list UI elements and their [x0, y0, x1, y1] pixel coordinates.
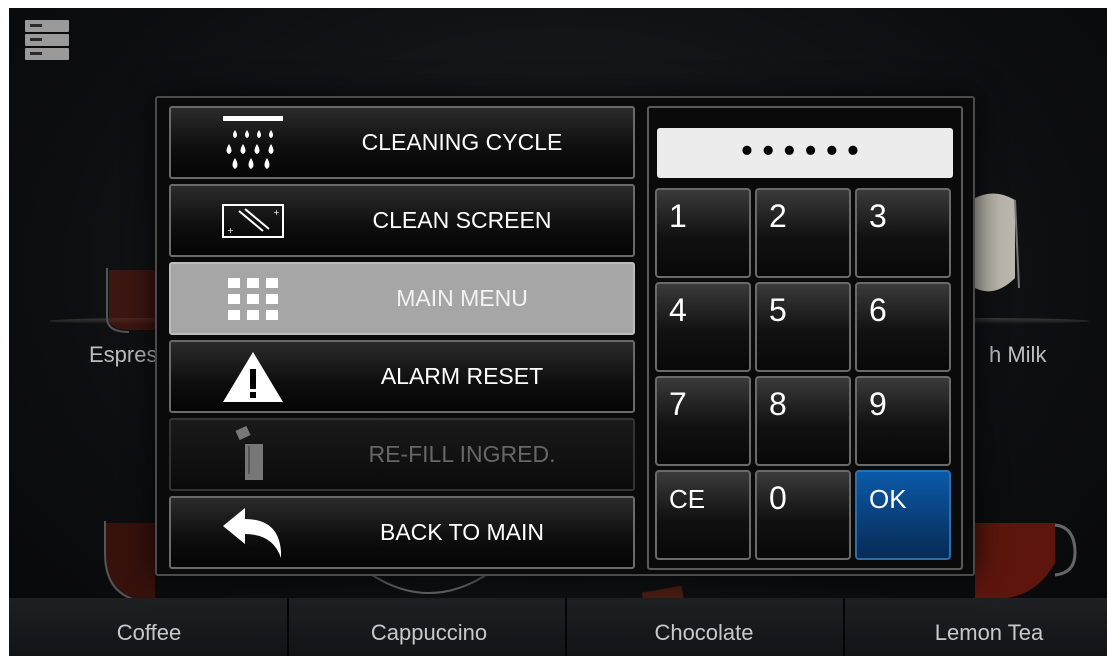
key-label: 2	[769, 198, 787, 234]
grid-icon	[211, 264, 295, 333]
key-label: 5	[769, 292, 787, 328]
espresso-cup-icon	[106, 268, 155, 333]
key-label: 3	[869, 198, 887, 234]
key-label: 9	[869, 386, 887, 422]
menu-label: BACK TO MAIN	[379, 519, 545, 545]
menu-label: RE-FILL INGRED.	[368, 441, 556, 467]
tile-milk[interactable]: h Milk	[975, 178, 1107, 378]
menu-label: MAIN MENU	[396, 285, 528, 311]
tile-label: h Milk	[989, 342, 1047, 367]
key-4[interactable]: 4	[655, 282, 751, 372]
tile-label-lemon-tea[interactable]: Lemon Tea	[899, 620, 1079, 646]
tile-label-cappuccino[interactable]: Cappuccino	[329, 620, 529, 646]
clean-screen-button[interactable]: + + CLEAN SCREEN	[169, 184, 635, 257]
key-ok[interactable]: OK	[855, 470, 951, 560]
settings-stack-icon[interactable]	[25, 16, 69, 64]
key-label: 1	[669, 198, 687, 234]
alarm-reset-button[interactable]: ALARM RESET	[169, 340, 635, 413]
back-to-main-button[interactable]: BACK TO MAIN	[169, 496, 635, 569]
tile-label: Espresso	[89, 342, 155, 367]
main-menu-button[interactable]: MAIN MENU	[169, 262, 635, 335]
warning-icon	[211, 342, 295, 411]
key-2[interactable]: 2	[755, 188, 851, 278]
svg-text:+: +	[227, 226, 234, 235]
key-label: 4	[669, 292, 687, 328]
key-8[interactable]: 8	[755, 376, 851, 466]
tile-label-coffee[interactable]: Coffee	[69, 620, 229, 646]
key-label: OK	[869, 484, 907, 514]
menu-label: CLEAN SCREEN	[372, 207, 552, 233]
key-label: CE	[669, 484, 706, 514]
key-9[interactable]: 9	[855, 376, 951, 466]
key-1[interactable]: 1	[655, 188, 751, 278]
cleaning-cycle-button[interactable]: CLEANING CYCLE	[169, 106, 635, 179]
key-5[interactable]: 5	[755, 282, 851, 372]
refill-icon	[211, 420, 295, 489]
service-menu-dialog: CLEANING CYCLE + + CLEAN SCREEN MAIN MEN…	[155, 96, 975, 576]
key-label: 0	[769, 480, 787, 516]
coffee-cup-icon	[104, 521, 155, 602]
key-clear-entry[interactable]: CE	[655, 470, 751, 560]
lemon-tea-cup-icon	[975, 523, 1077, 599]
wipe-screen-icon: + +	[211, 186, 295, 255]
menu-label: CLEANING CYCLE	[361, 129, 563, 155]
key-label: 7	[669, 386, 687, 422]
tile-espresso[interactable]: Espresso	[9, 248, 155, 378]
svg-text:+: +	[273, 208, 280, 217]
key-6[interactable]: 6	[855, 282, 951, 372]
key-label: 6	[869, 292, 887, 328]
menu-label: ALARM RESET	[380, 363, 544, 389]
tile-label-chocolate[interactable]: Chocolate	[609, 620, 799, 646]
key-label: 8	[769, 386, 787, 422]
refill-ingredients-button[interactable]: RE-FILL INGRED.	[169, 418, 635, 491]
milk-glass-icon	[975, 193, 1020, 292]
key-3[interactable]: 3	[855, 188, 951, 278]
key-0[interactable]: 0	[755, 470, 851, 560]
pin-keypad: •••••• 1 2 3 4 5 6 7 8 9 CE 0 OK	[647, 106, 963, 570]
pin-display[interactable]: ••••••	[657, 128, 953, 178]
key-7[interactable]: 7	[655, 376, 751, 466]
shower-drops-icon	[211, 108, 295, 177]
screen: Espresso h Milk Coffee Cappuccino Chocol…	[9, 8, 1107, 656]
back-arrow-icon	[211, 498, 295, 567]
